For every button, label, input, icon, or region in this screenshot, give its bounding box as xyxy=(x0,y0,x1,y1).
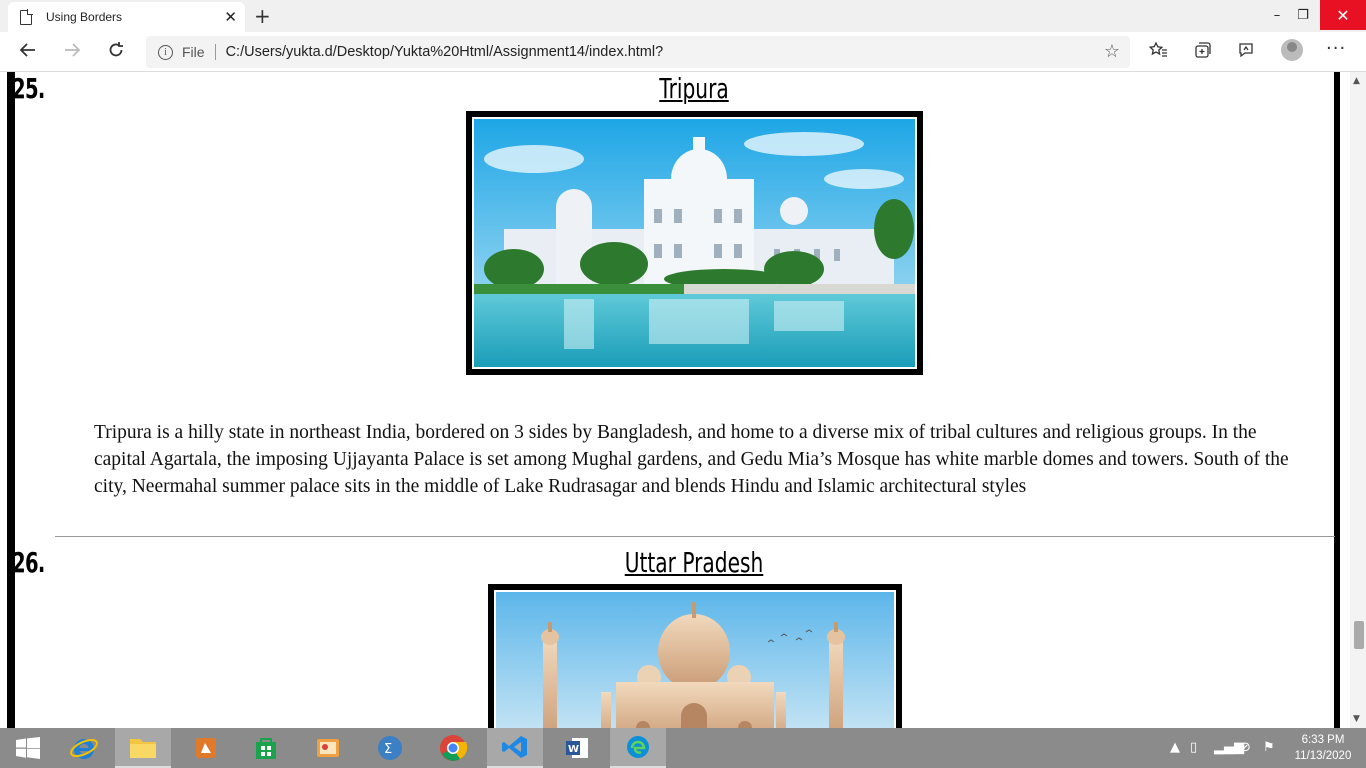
feedback-icon[interactable] xyxy=(1234,40,1258,65)
svg-text:Σ: Σ xyxy=(384,742,392,757)
address-bar[interactable]: i File C:/Users/yukta.d/Desktop/Yukta%20… xyxy=(146,36,1130,68)
taj-mahal-picture xyxy=(496,592,894,728)
internet-explorer-icon[interactable] xyxy=(56,728,112,768)
taskbar-clock[interactable]: 6:33 PM 11/13/2020 xyxy=(1290,732,1356,764)
windows-taskbar: Σ W ▲ ▯ ▂▄▆ ⊘ ⚑ 6:33 PM 11/13/2020 xyxy=(0,728,1366,768)
back-icon[interactable] xyxy=(16,40,40,65)
profile-avatar[interactable] xyxy=(1281,39,1303,61)
page-border-left xyxy=(7,72,15,728)
paint-app-icon[interactable] xyxy=(300,728,356,768)
tab-close-icon[interactable]: ✕ xyxy=(224,8,237,26)
page-icon xyxy=(20,9,33,25)
start-button[interactable] xyxy=(0,728,56,768)
uttar-pradesh-image xyxy=(488,584,902,728)
action-center-flag-icon[interactable]: ⚑ xyxy=(1263,740,1275,755)
windows-icon xyxy=(16,737,40,759)
page-viewport: 25. Tripura Tripura is a hilly state in … xyxy=(0,72,1350,728)
state-heading: Uttar Pradesh xyxy=(624,546,764,579)
list-number: 25. xyxy=(12,72,45,105)
forward-icon[interactable] xyxy=(60,40,84,65)
clock-date: 11/13/2020 xyxy=(1294,750,1352,762)
volume-muted-icon[interactable]: ⊘ xyxy=(1240,740,1251,755)
svg-text:W: W xyxy=(568,744,579,755)
browser-tab[interactable]: Using Borders ✕ xyxy=(8,2,245,32)
favorite-star-icon[interactable]: ☆ xyxy=(1104,41,1120,62)
palace-picture xyxy=(474,119,915,367)
file-explorer-icon[interactable] xyxy=(115,728,171,768)
edge-icon[interactable] xyxy=(610,728,666,768)
math-input-icon[interactable]: Σ xyxy=(362,728,418,768)
state-description: Tripura is a hilly state in northeast In… xyxy=(94,422,1289,497)
collections-icon[interactable] xyxy=(1191,40,1215,65)
vertical-scrollbar[interactable]: ▲ ▼ xyxy=(1350,72,1366,728)
clock-time: 6:33 PM xyxy=(1301,734,1345,746)
store-icon[interactable] xyxy=(238,728,294,768)
scroll-thumb[interactable] xyxy=(1354,621,1364,649)
media-app-icon[interactable] xyxy=(178,728,234,768)
address-separator xyxy=(214,44,216,60)
info-icon[interactable]: i xyxy=(158,44,173,60)
scroll-down-icon[interactable]: ▼ xyxy=(1353,714,1360,724)
tripura-image xyxy=(466,111,923,375)
tab-strip: Using Borders ✕ + – ❐ ✕ xyxy=(0,0,1366,32)
state-heading: Tripura xyxy=(659,72,729,105)
tab-title: Using Borders xyxy=(46,10,123,24)
word-icon[interactable]: W xyxy=(549,728,605,768)
section-divider xyxy=(55,536,1335,537)
more-options-icon[interactable]: ··· xyxy=(1326,38,1346,59)
vscode-icon[interactable] xyxy=(487,728,543,768)
window-close-button[interactable]: ✕ xyxy=(1320,0,1366,30)
chrome-icon[interactable] xyxy=(425,728,481,768)
browser-toolbar: i File C:/Users/yukta.d/Desktop/Yukta%20… xyxy=(0,32,1366,72)
battery-icon[interactable]: ▯ xyxy=(1190,740,1197,755)
address-scheme: File xyxy=(182,44,205,60)
new-tab-button[interactable]: + xyxy=(254,4,271,28)
favorites-icon[interactable] xyxy=(1146,40,1170,65)
reload-icon[interactable] xyxy=(104,40,128,65)
show-hidden-icons-icon[interactable]: ▲ xyxy=(1170,740,1180,755)
scroll-up-icon[interactable]: ▲ xyxy=(1353,76,1360,86)
address-url[interactable]: C:/Users/yukta.d/Desktop/Yukta%20Html/As… xyxy=(226,44,664,60)
list-number: 26. xyxy=(12,546,45,579)
page-border-right xyxy=(1334,72,1340,728)
